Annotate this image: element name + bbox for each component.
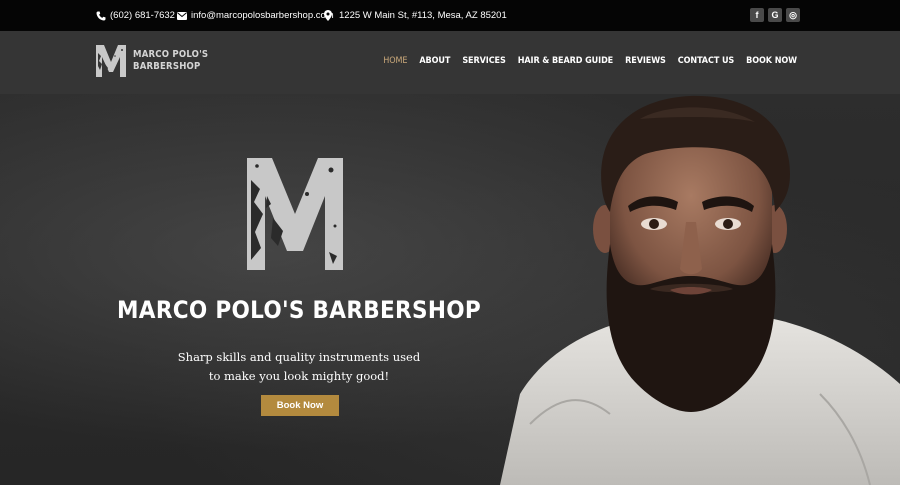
facebook-icon[interactable]: f bbox=[750, 8, 764, 22]
main-nav: HOME ABOUT SERVICES HAIR & BEARD GUIDE R… bbox=[371, 56, 797, 66]
site-logo[interactable]: MARCO POLO'S BARBERSHOP bbox=[95, 44, 208, 78]
logo-text: MARCO POLO'S BARBERSHOP bbox=[133, 49, 208, 73]
map-pin-icon bbox=[324, 10, 332, 21]
phone-number: (602) 681-7632 bbox=[110, 10, 175, 21]
envelope-icon bbox=[177, 11, 187, 20]
phone-icon bbox=[96, 11, 106, 20]
nav-home[interactable]: HOME bbox=[383, 56, 407, 66]
hero-logo-m-icon bbox=[247, 158, 343, 270]
nav-about[interactable]: ABOUT bbox=[419, 56, 450, 66]
google-icon[interactable]: G bbox=[768, 8, 782, 22]
nav-contact-us[interactable]: CONTACT US bbox=[678, 56, 734, 66]
top-contact-bar: (602) 681-7632 info@marcopolosbarbershop… bbox=[0, 0, 900, 31]
email-contact[interactable]: info@marcopolosbarbershop.com bbox=[177, 10, 334, 21]
hero-section: MARCO POLO'S BARBERSHOP Sharp skills and… bbox=[0, 94, 900, 485]
logo-line-1: MARCO POLO'S bbox=[133, 49, 209, 60]
phone-contact[interactable]: (602) 681-7632 bbox=[96, 10, 175, 21]
nav-hair-beard-guide[interactable]: HAIR & BEARD GUIDE bbox=[518, 56, 614, 66]
email-address: info@marcopolosbarbershop.com bbox=[191, 10, 334, 21]
nav-book-now[interactable]: BOOK NOW bbox=[746, 56, 797, 66]
nav-reviews[interactable]: REVIEWS bbox=[625, 56, 666, 66]
book-now-button[interactable]: Book Now bbox=[261, 395, 339, 416]
nav-services[interactable]: SERVICES bbox=[462, 56, 505, 66]
address-contact[interactable]: 1225 W Main St, #113, Mesa, AZ 85201 bbox=[324, 10, 507, 21]
logo-line-2: BARBERSHOP bbox=[133, 61, 201, 72]
social-links: f G ◎ bbox=[750, 8, 800, 22]
instagram-icon[interactable]: ◎ bbox=[786, 8, 800, 22]
site-header: MARCO POLO'S BARBERSHOP HOME ABOUT SERVI… bbox=[0, 31, 900, 94]
hero-portrait-image bbox=[500, 95, 900, 485]
address-text: 1225 W Main St, #113, Mesa, AZ 85201 bbox=[339, 10, 507, 21]
logo-m-icon bbox=[96, 45, 126, 77]
